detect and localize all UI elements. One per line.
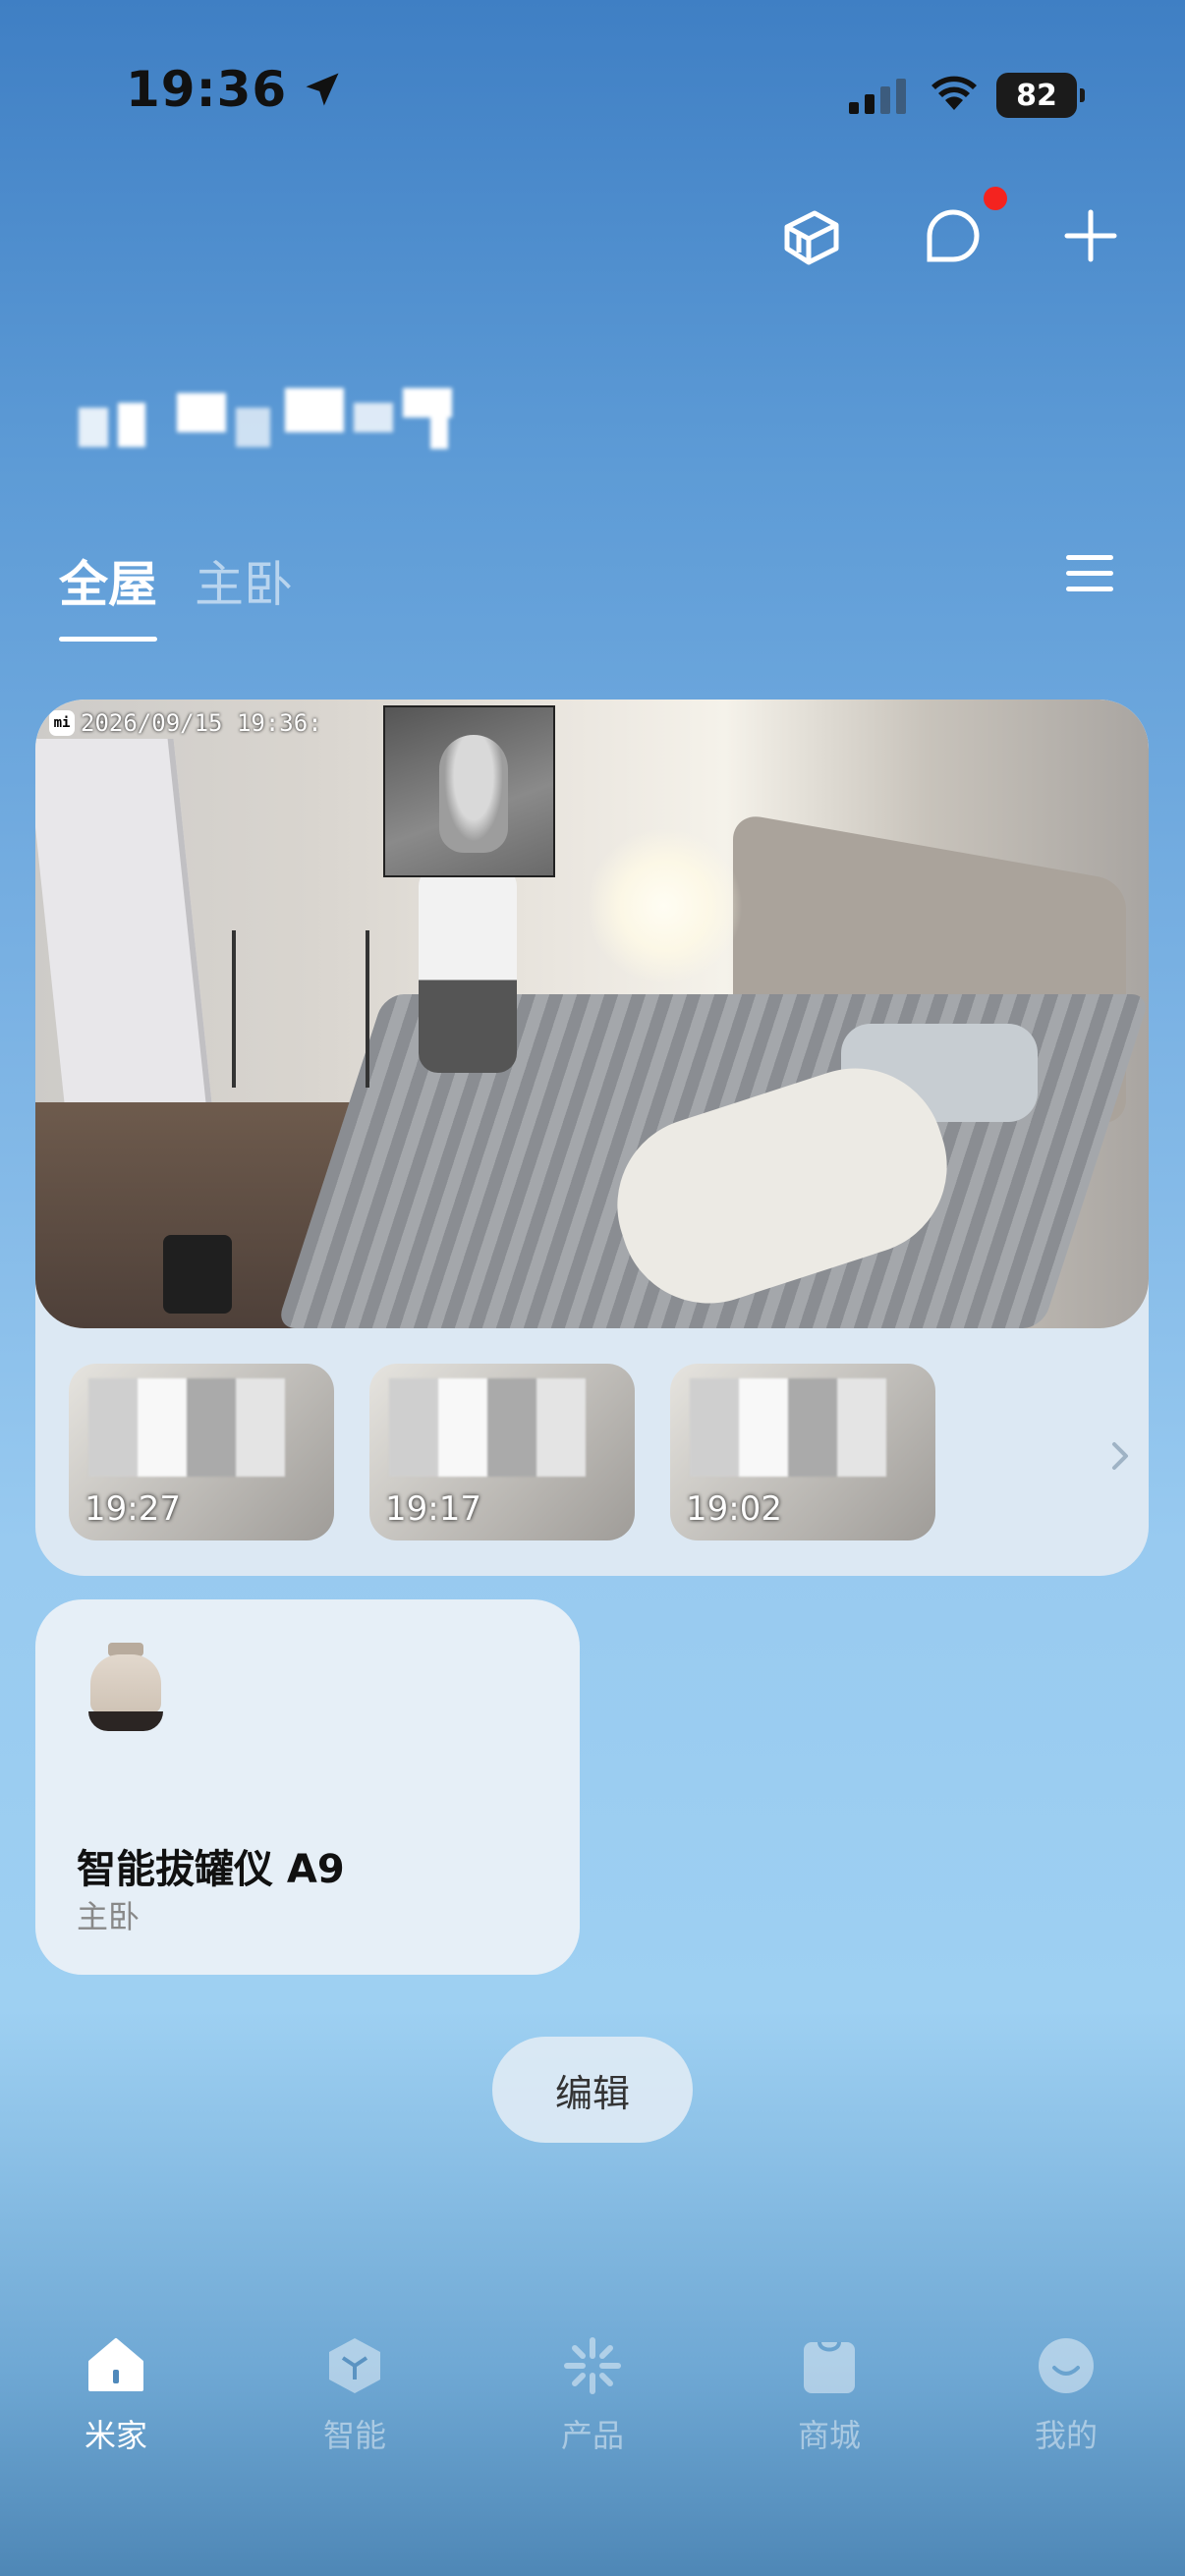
feed-lamp-glow (586, 827, 743, 984)
edit-button[interactable]: 编辑 (492, 2037, 693, 2143)
bottom-nav: 米家 智能 产品 商城 我的 (0, 2334, 1185, 2462)
thumb-redacted (389, 1378, 586, 1477)
nav-item-store[interactable]: 商城 (761, 2334, 898, 2462)
camera-timestamp: mi 2026/09/15 19:36: (49, 709, 322, 737)
battery-level: 82 (1016, 78, 1057, 113)
device-card[interactable]: 智能拔罐仪 A9 主卧 (35, 1599, 580, 1975)
sticker-overlay (383, 705, 555, 877)
nav-item-mijia[interactable]: 米家 (47, 2334, 185, 2462)
home-name-redacted (59, 349, 531, 472)
mi-logo-icon: mi (49, 710, 75, 736)
nav-item-products[interactable]: 产品 (524, 2334, 661, 2462)
wifi-icon (931, 76, 977, 110)
nav-label: 商城 (797, 2417, 861, 2454)
top-actions (0, 196, 1185, 295)
profile-smile-icon (1039, 2338, 1094, 2393)
status-time: 19:36 (126, 61, 344, 118)
house-3d-icon[interactable] (772, 196, 851, 275)
menu-icon[interactable] (1066, 555, 1113, 598)
feed-changing-stand (232, 930, 369, 1088)
nav-label: 米家 (84, 2417, 147, 2454)
event-thumbnails: 19:27 19:17 19:02 (69, 1364, 1128, 1544)
nav-item-smart[interactable]: 智能 (286, 2334, 423, 2462)
timestamp-text: 2026/09/15 19:36: (81, 709, 322, 737)
nav-item-profile[interactable]: 我的 (997, 2334, 1135, 2462)
event-time: 19:17 (385, 1489, 481, 1529)
event-thumb[interactable]: 19:02 (670, 1364, 935, 1540)
nav-label: 产品 (560, 2417, 624, 2454)
camera-card[interactable]: mi 2026/09/15 19:36: 19:27 19:17 19:02 (35, 700, 1149, 1576)
event-time: 19:27 (85, 1489, 181, 1529)
event-time: 19:02 (686, 1489, 782, 1529)
chevron-right-icon[interactable] (1100, 1436, 1140, 1476)
battery-indicator: 82 (996, 73, 1085, 118)
notification-dot (984, 187, 1007, 210)
add-icon[interactable] (1051, 196, 1130, 275)
location-arrow-icon (306, 73, 339, 106)
device-name: 智能拔罐仪 A9 (77, 1847, 345, 1892)
status-bar: 19:36 82 (0, 0, 1185, 187)
shopping-bag-icon (804, 2341, 855, 2393)
tab-all-rooms[interactable]: 全屋 (59, 545, 157, 642)
clock-text: 19:36 (126, 61, 288, 118)
device-room: 主卧 (77, 1898, 141, 1935)
event-thumb[interactable]: 19:27 (69, 1364, 334, 1540)
camera-live-feed[interactable]: mi 2026/09/15 19:36: (35, 700, 1149, 1328)
tab-master-bedroom[interactable]: 主卧 (195, 545, 293, 616)
cellular-signal-icon (849, 79, 906, 114)
room-tabs: 全屋 主卧 (59, 545, 293, 642)
home-icon (88, 2338, 143, 2391)
feed-person (419, 867, 517, 1073)
thumb-redacted (690, 1378, 886, 1477)
cat-sticker-icon (439, 735, 508, 853)
thumb-redacted (88, 1378, 285, 1477)
cupping-device-icon (85, 1643, 167, 1739)
message-bubble-icon[interactable] (914, 196, 992, 275)
event-thumb[interactable]: 19:17 (369, 1364, 635, 1540)
product-sparkle-icon (564, 2337, 621, 2394)
smart-cube-icon (329, 2338, 380, 2393)
nav-label: 智能 (322, 2417, 386, 2454)
nav-label: 我的 (1034, 2417, 1098, 2454)
feed-trash-bin (163, 1235, 232, 1314)
